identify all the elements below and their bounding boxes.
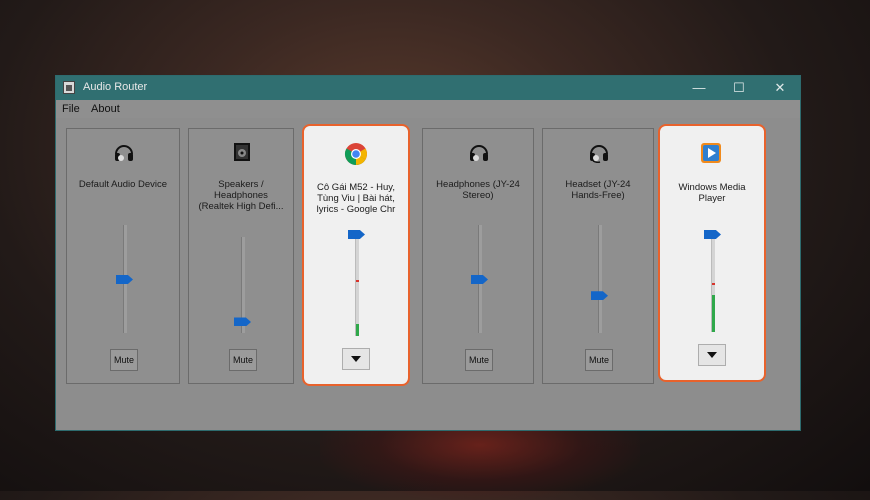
- chevron-down-icon: [351, 356, 361, 362]
- device-name: Windows Media Player: [678, 182, 746, 204]
- mute-button[interactable]: Mute: [465, 349, 493, 371]
- device-name: Headset (JY-24 Hands-Free): [565, 179, 631, 201]
- audio-peak-indicator: [712, 283, 715, 285]
- device-name: Default Audio Device: [78, 179, 168, 190]
- volume-slider[interactable]: [591, 291, 608, 301]
- volume-track: [598, 225, 602, 333]
- volume-track: [355, 234, 359, 336]
- maximize-button[interactable]: ☐: [719, 76, 759, 100]
- panel-headphones-jy24-stereo: Headphones (JY-24 Stereo) Mute: [422, 128, 534, 384]
- panel-default-audio-device: Default Audio Device Mute: [66, 128, 180, 384]
- device-name: Cô Gái M52 - Huy, Tùng Viu | Bài hát, ly…: [316, 182, 396, 215]
- audio-peak-indicator: [356, 279, 359, 282]
- panel-google-chrome: Cô Gái M52 - Huy, Tùng Viu | Bài hát, ly…: [302, 124, 410, 386]
- device-name: Headphones (JY-24 Stereo): [436, 179, 520, 201]
- audio-level-meter: [356, 323, 359, 336]
- panel-windows-media-player: Windows Media Player: [658, 124, 766, 382]
- chevron-down-icon: [707, 352, 717, 358]
- menu-bar: File About: [56, 100, 800, 118]
- menu-file[interactable]: File: [62, 103, 80, 115]
- panel-headset-jy24-hands-free: Headset (JY-24 Hands-Free) Mute: [542, 128, 654, 384]
- volume-slider[interactable]: [234, 317, 251, 327]
- audio-router-window: Audio Router — ☐ ✕ File About Default Au…: [56, 76, 800, 430]
- minimize-button[interactable]: —: [679, 76, 719, 100]
- chrome-icon: [345, 143, 367, 165]
- headphones-icon: [115, 145, 133, 161]
- mute-button[interactable]: Mute: [229, 349, 257, 371]
- window-title: Audio Router: [83, 81, 148, 93]
- volume-slider[interactable]: [116, 275, 133, 284]
- dropdown-button[interactable]: [342, 348, 370, 370]
- audio-level-meter: [712, 294, 715, 332]
- close-button[interactable]: ✕: [760, 76, 800, 100]
- headset-icon: [590, 145, 608, 163]
- device-name: Speakers / Headphones (Realtek High Defi…: [198, 179, 284, 212]
- headphones-icon: [470, 145, 488, 161]
- mute-button[interactable]: Mute: [585, 349, 613, 371]
- volume-slider[interactable]: [348, 230, 365, 239]
- panel-speakers-headphones: Speakers / Headphones (Realtek High Defi…: [188, 128, 294, 384]
- windows-media-player-icon: [701, 143, 721, 163]
- dropdown-button[interactable]: [698, 344, 726, 366]
- speaker-icon: [234, 143, 250, 161]
- app-icon: [63, 81, 75, 94]
- title-bar[interactable]: Audio Router — ☐ ✕: [56, 76, 800, 100]
- volume-slider[interactable]: [704, 230, 721, 239]
- menu-about[interactable]: About: [91, 103, 120, 115]
- mute-button[interactable]: Mute: [110, 349, 138, 371]
- volume-slider[interactable]: [471, 275, 488, 284]
